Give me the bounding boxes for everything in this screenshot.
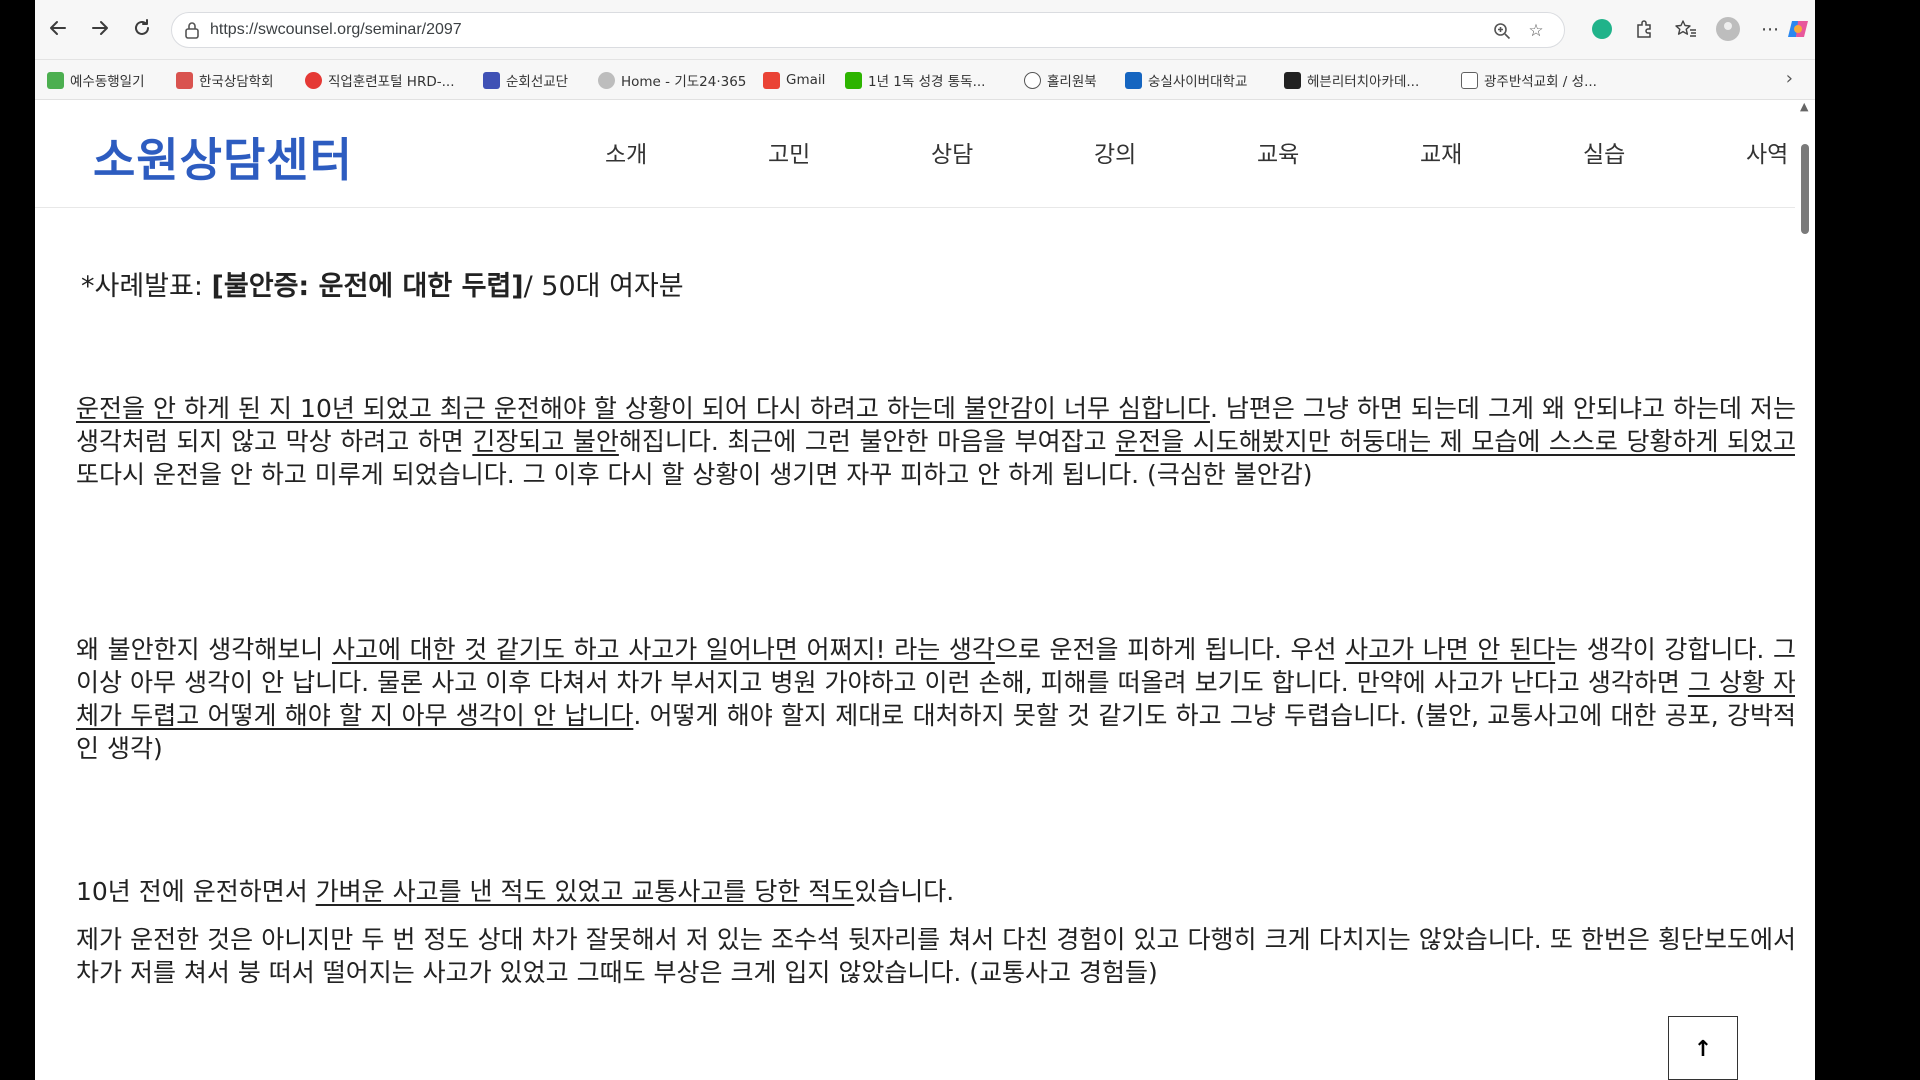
bookmark-item[interactable]: Gmail: [763, 69, 825, 91]
home-icon: [1461, 71, 1478, 89]
paragraph-text: 왜 불안한지 생각해보니: [76, 635, 332, 664]
bookmark-item[interactable]: 1년 1독 성경 통독...: [845, 69, 985, 91]
nav-item-concerns[interactable]: 고민: [768, 135, 810, 169]
nav-item-education[interactable]: 교육: [1257, 135, 1299, 169]
underlined-text: 사고가 나면 안 된다: [1345, 635, 1556, 664]
gmail-icon: [763, 71, 780, 89]
bookmarks-bar: 예수동행일기 한국상담학회 직업훈련포털 HRD-... 순회선교단 Home …: [35, 60, 1815, 100]
site-header: 소원상담센터 소개 고민 상담 강의 교육 교재 실습 사역: [35, 100, 1795, 208]
browser-window: https://swcounsel.org/seminar/2097 ☆ ⋯ 예…: [35, 0, 1815, 1080]
paragraph-text: 있습니다.: [854, 877, 955, 906]
site-info-icon[interactable]: [182, 20, 202, 40]
underlined-text: 사고에 대한 것 같기도 하고 사고가 일어나면 어쩌지! 라는 생각: [331, 635, 995, 664]
globe-icon: [1024, 71, 1041, 89]
article-content: *사례발표: [불안증: 운전에 대한 두렵]/ 50대 여자분 운전을 안 하…: [35, 208, 1796, 1080]
paragraph-text: 10년 전에 운전하면서: [76, 877, 316, 906]
paragraph-text: 제가 운전한 것은 아니지만 두 번 정도 상대 차가 잘못해서 저 있는 조수…: [76, 925, 1796, 987]
nav-item-textbooks[interactable]: 교재: [1420, 135, 1462, 169]
case-title: *사례발표: [불안증: 운전에 대한 두렵]/ 50대 여자분: [81, 271, 684, 302]
nav-item-practice[interactable]: 실습: [1583, 135, 1625, 169]
arrow-up-icon: ↑: [1693, 1037, 1713, 1062]
copilot-icon[interactable]: [1783, 15, 1813, 43]
nav-item-ministry[interactable]: 사역: [1746, 135, 1788, 169]
reload-button[interactable]: [127, 13, 157, 43]
bookmark-favicon-icon: [47, 71, 64, 89]
bookmark-favicon-icon: [598, 71, 615, 89]
nav-item-lectures[interactable]: 강의: [1094, 135, 1136, 169]
scrollbar-thumb[interactable]: [1801, 144, 1809, 234]
back-arrow-icon: [50, 21, 66, 35]
extensions-puzzle-icon[interactable]: [1630, 15, 1658, 43]
bookmark-item[interactable]: 홀리원북: [1024, 69, 1097, 91]
scrollbar[interactable]: ▲: [1795, 100, 1815, 1080]
bookmark-item[interactable]: 예수동행일기: [47, 69, 145, 91]
more-menu-icon[interactable]: ⋯: [1756, 15, 1784, 43]
bookmark-item[interactable]: 헤븐리터치아카데...: [1284, 69, 1419, 91]
bookmark-item[interactable]: 광주반석교회 / 성...: [1461, 69, 1597, 91]
underlined-text: 운전을 안 하게 된 지 10년 되었고 최근 운전해야 할 상황이 되어 다시…: [76, 394, 1210, 423]
paragraph-text: 해집니다. 최근에 그런 불안한 마음을 부여잡고: [618, 427, 1116, 456]
profile-avatar-icon[interactable]: [1714, 15, 1742, 43]
case-paragraph: 운전을 안 하게 된 지 10년 되었고 최근 운전해야 할 상황이 되어 다시…: [76, 392, 1796, 491]
zoom-icon[interactable]: [1490, 19, 1514, 43]
nav-item-intro[interactable]: 소개: [605, 135, 647, 169]
paragraph-text: 또다시 운전을 안 하고 미루게 되었습니다. 그 이후 다시 할 상황이 생기…: [76, 460, 1313, 489]
bookmark-favicon-icon: [845, 71, 862, 89]
scroll-to-top-button[interactable]: ↑: [1668, 1016, 1738, 1080]
reload-icon: [135, 19, 149, 35]
url-text[interactable]: https://swcounsel.org/seminar/2097: [210, 13, 462, 47]
browser-toolbar: https://swcounsel.org/seminar/2097 ☆ ⋯: [35, 0, 1815, 60]
bookmark-favicon-icon: [1284, 71, 1301, 89]
site-logo[interactable]: 소원상담센터: [93, 124, 353, 190]
bookmark-favicon-icon: [483, 71, 500, 89]
paragraph-text: 으로 운전을 피하게 됩니다. 우선: [994, 635, 1346, 664]
chevron-right-icon[interactable]: ›: [1786, 68, 1793, 89]
forward-button[interactable]: [85, 13, 115, 43]
underlined-text: 운전을 시도해봤지만 허둥대는 제 모습에 스스로 당황하게 되었고: [1115, 427, 1796, 456]
case-paragraph: 제가 운전한 것은 아니지만 두 번 정도 상대 차가 잘못해서 저 있는 조수…: [76, 923, 1796, 989]
favorites-list-icon[interactable]: [1672, 15, 1700, 43]
bookmark-favicon-icon: [305, 71, 322, 89]
address-bar[interactable]: https://swcounsel.org/seminar/2097 ☆: [171, 12, 1565, 48]
scroll-up-arrow-icon[interactable]: ▲: [1800, 100, 1808, 113]
forward-arrow-icon: [92, 21, 108, 35]
bookmark-favicon-icon: [176, 71, 193, 89]
bookmark-item[interactable]: 순회선교단: [483, 69, 568, 91]
favorite-star-icon[interactable]: ☆: [1524, 19, 1548, 43]
bookmark-item[interactable]: 숭실사이버대학교: [1125, 69, 1247, 91]
back-button[interactable]: [43, 13, 73, 43]
nav-item-counseling[interactable]: 상담: [931, 135, 973, 169]
extension-badge-icon[interactable]: [1588, 15, 1616, 43]
bookmark-item[interactable]: 직업훈련포털 HRD-...: [305, 69, 454, 91]
case-paragraph: 10년 전에 운전하면서 가벼운 사고를 낸 적도 있었고 교통사고를 당한 적…: [76, 875, 1796, 908]
case-paragraph: 왜 불안한지 생각해보니 사고에 대한 것 같기도 하고 사고가 일어나면 어쩌…: [76, 633, 1796, 765]
bookmark-item[interactable]: 한국상담학회: [176, 69, 274, 91]
bookmark-favicon-icon: [1125, 71, 1142, 89]
bookmark-item[interactable]: Home - 기도24·365: [598, 69, 746, 91]
underlined-text: 긴장되고 불안: [472, 427, 619, 456]
underlined-text: 가벼운 사고를 낸 적도 있었고 교통사고를 당한 적도: [315, 877, 855, 906]
